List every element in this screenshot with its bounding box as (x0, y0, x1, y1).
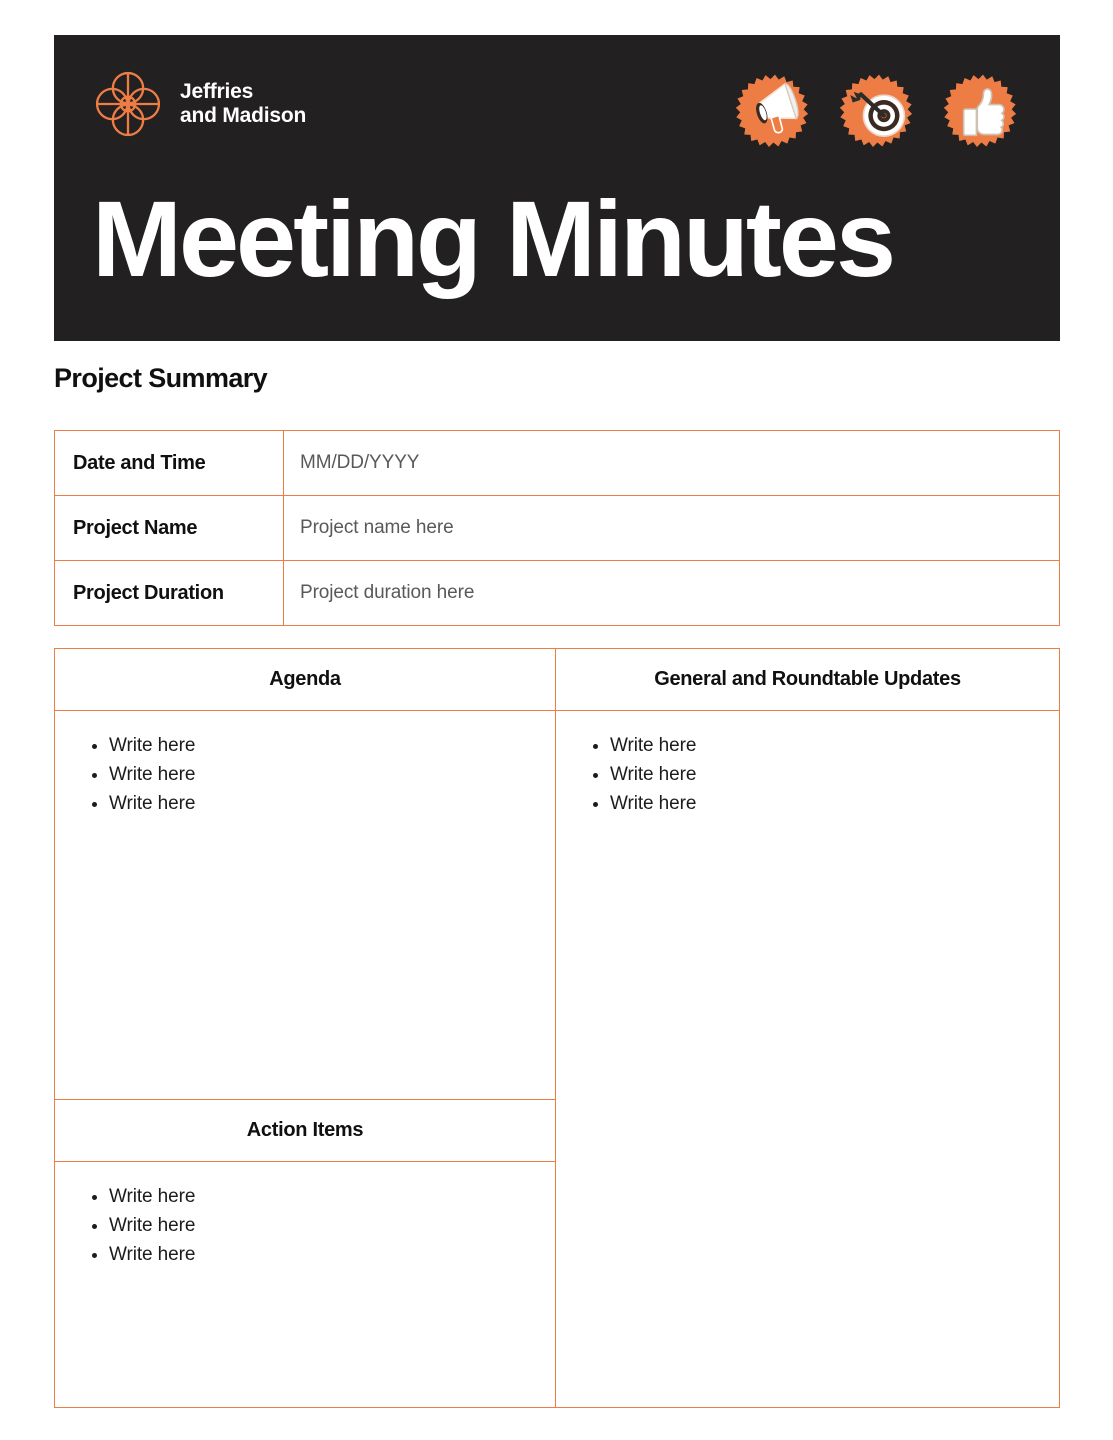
badge-target (838, 73, 920, 155)
brand-lockup: Jeffries and Madison (92, 68, 306, 140)
action-items-panel: Action Items Write here Write here Write… (54, 1100, 556, 1408)
list-item[interactable]: Write here (109, 760, 537, 789)
document-header: Jeffries and Madison Meeting Minutes (54, 35, 1060, 341)
list-item[interactable]: Write here (109, 1182, 537, 1211)
table-row: Project Duration Project duration here (54, 560, 1060, 626)
table-row: Date and Time MM/DD/YYYY (54, 430, 1060, 496)
megaphone-icon (735, 74, 809, 147)
summary-value-project-duration[interactable]: Project duration here (283, 560, 1060, 626)
action-items-list: Write here Write here Write here (73, 1182, 537, 1269)
notes-left-column: Agenda Write here Write here Write here … (54, 648, 556, 1408)
notes-grid: Agenda Write here Write here Write here … (54, 648, 1060, 1408)
action-items-title: Action Items (55, 1100, 555, 1162)
agenda-title: Agenda (55, 649, 555, 711)
summary-value-project-name[interactable]: Project name here (283, 495, 1060, 561)
summary-label-date-and-time: Date and Time (54, 430, 284, 496)
badge-group (734, 73, 1024, 155)
badge-thumbs-up (942, 73, 1024, 155)
updates-list: Write here Write here Write here (574, 731, 1041, 818)
list-item[interactable]: Write here (610, 731, 1041, 760)
meeting-minutes-page: Jeffries and Madison Meeting Minutes Pro… (0, 0, 1113, 1440)
list-item[interactable]: Write here (109, 1240, 537, 1269)
list-item[interactable]: Write here (610, 760, 1041, 789)
list-item[interactable]: Write here (109, 1211, 537, 1240)
agenda-list: Write here Write here Write here (73, 731, 537, 818)
updates-panel: General and Roundtable Updates Write her… (556, 648, 1060, 1408)
page-title: Meeting Minutes (92, 178, 896, 299)
mandala-atom-logo-icon (92, 68, 164, 140)
updates-title: General and Roundtable Updates (556, 649, 1059, 711)
brand-name: Jeffries and Madison (180, 79, 307, 127)
summary-label-project-duration: Project Duration (54, 560, 284, 626)
notes-right-column: General and Roundtable Updates Write her… (556, 648, 1060, 1408)
updates-body[interactable]: Write here Write here Write here (556, 711, 1059, 1407)
list-item[interactable]: Write here (610, 789, 1041, 818)
target-dart-icon (839, 74, 913, 147)
list-item[interactable]: Write here (109, 789, 537, 818)
list-item[interactable]: Write here (109, 731, 537, 760)
project-summary-table: Date and Time MM/DD/YYYY Project Name Pr… (54, 430, 1060, 626)
project-summary-heading: Project Summary (54, 363, 268, 393)
agenda-body[interactable]: Write here Write here Write here (55, 711, 555, 1099)
agenda-panel: Agenda Write here Write here Write here (54, 648, 556, 1100)
thumbs-up-icon (943, 74, 1017, 147)
summary-value-date-and-time[interactable]: MM/DD/YYYY (283, 430, 1060, 496)
summary-label-project-name: Project Name (54, 495, 284, 561)
table-row: Project Name Project name here (54, 495, 1060, 561)
badge-megaphone (734, 73, 816, 155)
action-items-body[interactable]: Write here Write here Write here (55, 1162, 555, 1407)
